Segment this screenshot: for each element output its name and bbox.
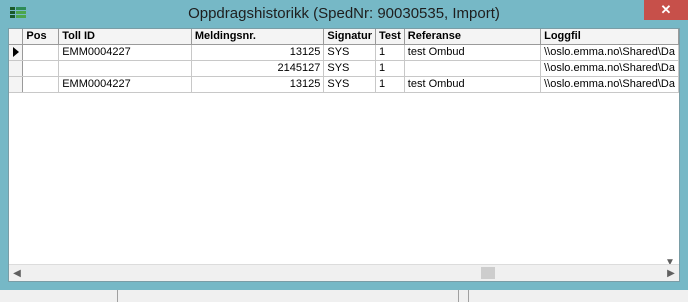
row-selector[interactable] xyxy=(9,76,24,93)
cell-loggfil[interactable]: \\oslo.emma.no\Shared\Da xyxy=(540,44,679,61)
cell-meldingsnr[interactable]: 2145127 xyxy=(191,60,325,77)
divider xyxy=(458,290,459,302)
cell-loggfil[interactable]: \\oslo.emma.no\Shared\Da xyxy=(540,76,679,93)
grid-header: Pos Toll ID Meldingsnr. Signatur Test Re… xyxy=(9,29,679,45)
cell-test[interactable]: 1 xyxy=(375,60,405,77)
cell-test[interactable]: 1 xyxy=(375,76,405,93)
column-header-pos[interactable]: Pos xyxy=(22,29,60,45)
chevron-right-icon: ▶ xyxy=(667,267,675,279)
title-bar[interactable]: Oppdragshistorikk (SpedNr: 90030535, Imp… xyxy=(0,0,688,28)
column-header-toll-id[interactable]: Toll ID xyxy=(58,29,192,45)
divider xyxy=(468,290,469,302)
history-window: Oppdragshistorikk (SpedNr: 90030535, Imp… xyxy=(0,0,688,290)
scroll-left-button[interactable]: ◀ xyxy=(9,265,25,281)
cell-pos[interactable] xyxy=(22,76,60,93)
table-row[interactable]: EMM0004227 13125 SYS 1 test Ombud \\oslo… xyxy=(9,44,679,61)
column-header-referanse[interactable]: Referanse xyxy=(404,29,542,45)
cell-referanse[interactable] xyxy=(404,60,542,77)
history-grid: Pos Toll ID Meldingsnr. Signatur Test Re… xyxy=(9,29,679,93)
scrollbar-thumb[interactable] xyxy=(481,267,495,279)
cell-test[interactable]: 1 xyxy=(375,44,405,61)
horizontal-scrollbar[interactable]: ◀ ▶ xyxy=(9,264,679,281)
divider xyxy=(117,290,118,302)
column-header-loggfil[interactable]: Loggfil xyxy=(540,29,679,45)
cell-toll-id[interactable]: EMM0004227 xyxy=(58,76,192,93)
cell-toll-id[interactable] xyxy=(58,60,192,77)
table-row[interactable]: 2145127 SYS 1 \\oslo.emma.no\Shared\Da xyxy=(9,60,679,77)
row-selector[interactable] xyxy=(9,44,24,61)
cell-signatur[interactable]: SYS xyxy=(323,60,376,77)
table-row[interactable]: EMM0004227 13125 SYS 1 test Ombud \\oslo… xyxy=(9,76,679,93)
grid-container: Pos Toll ID Meldingsnr. Signatur Test Re… xyxy=(8,28,680,282)
background-window-strip xyxy=(0,290,688,302)
close-icon: ✕ xyxy=(660,2,672,17)
current-row-indicator-icon xyxy=(13,47,19,57)
cell-meldingsnr[interactable]: 13125 xyxy=(191,44,325,61)
cell-signatur[interactable]: SYS xyxy=(323,76,376,93)
cell-pos[interactable] xyxy=(22,60,60,77)
cell-toll-id[interactable]: EMM0004227 xyxy=(58,44,192,61)
column-header-meldingsnr[interactable]: Meldingsnr. xyxy=(191,29,325,45)
cell-pos[interactable] xyxy=(22,44,60,61)
cell-signatur[interactable]: SYS xyxy=(323,44,376,61)
cell-referanse[interactable]: test Ombud xyxy=(404,76,542,93)
window-title: Oppdragshistorikk (SpedNr: 90030535, Imp… xyxy=(188,5,500,22)
cell-loggfil[interactable]: \\oslo.emma.no\Shared\Da xyxy=(540,60,679,77)
corner-cell[interactable] xyxy=(9,29,24,45)
column-header-signatur[interactable]: Signatur xyxy=(323,29,376,45)
row-selector[interactable] xyxy=(9,60,24,77)
column-header-test[interactable]: Test xyxy=(375,29,405,45)
cell-referanse[interactable]: test Ombud xyxy=(404,44,542,61)
cell-meldingsnr[interactable]: 13125 xyxy=(191,76,325,93)
close-button[interactable]: ✕ xyxy=(644,0,688,20)
chevron-left-icon: ◀ xyxy=(13,267,21,279)
scroll-right-button[interactable]: ▶ xyxy=(663,265,679,281)
